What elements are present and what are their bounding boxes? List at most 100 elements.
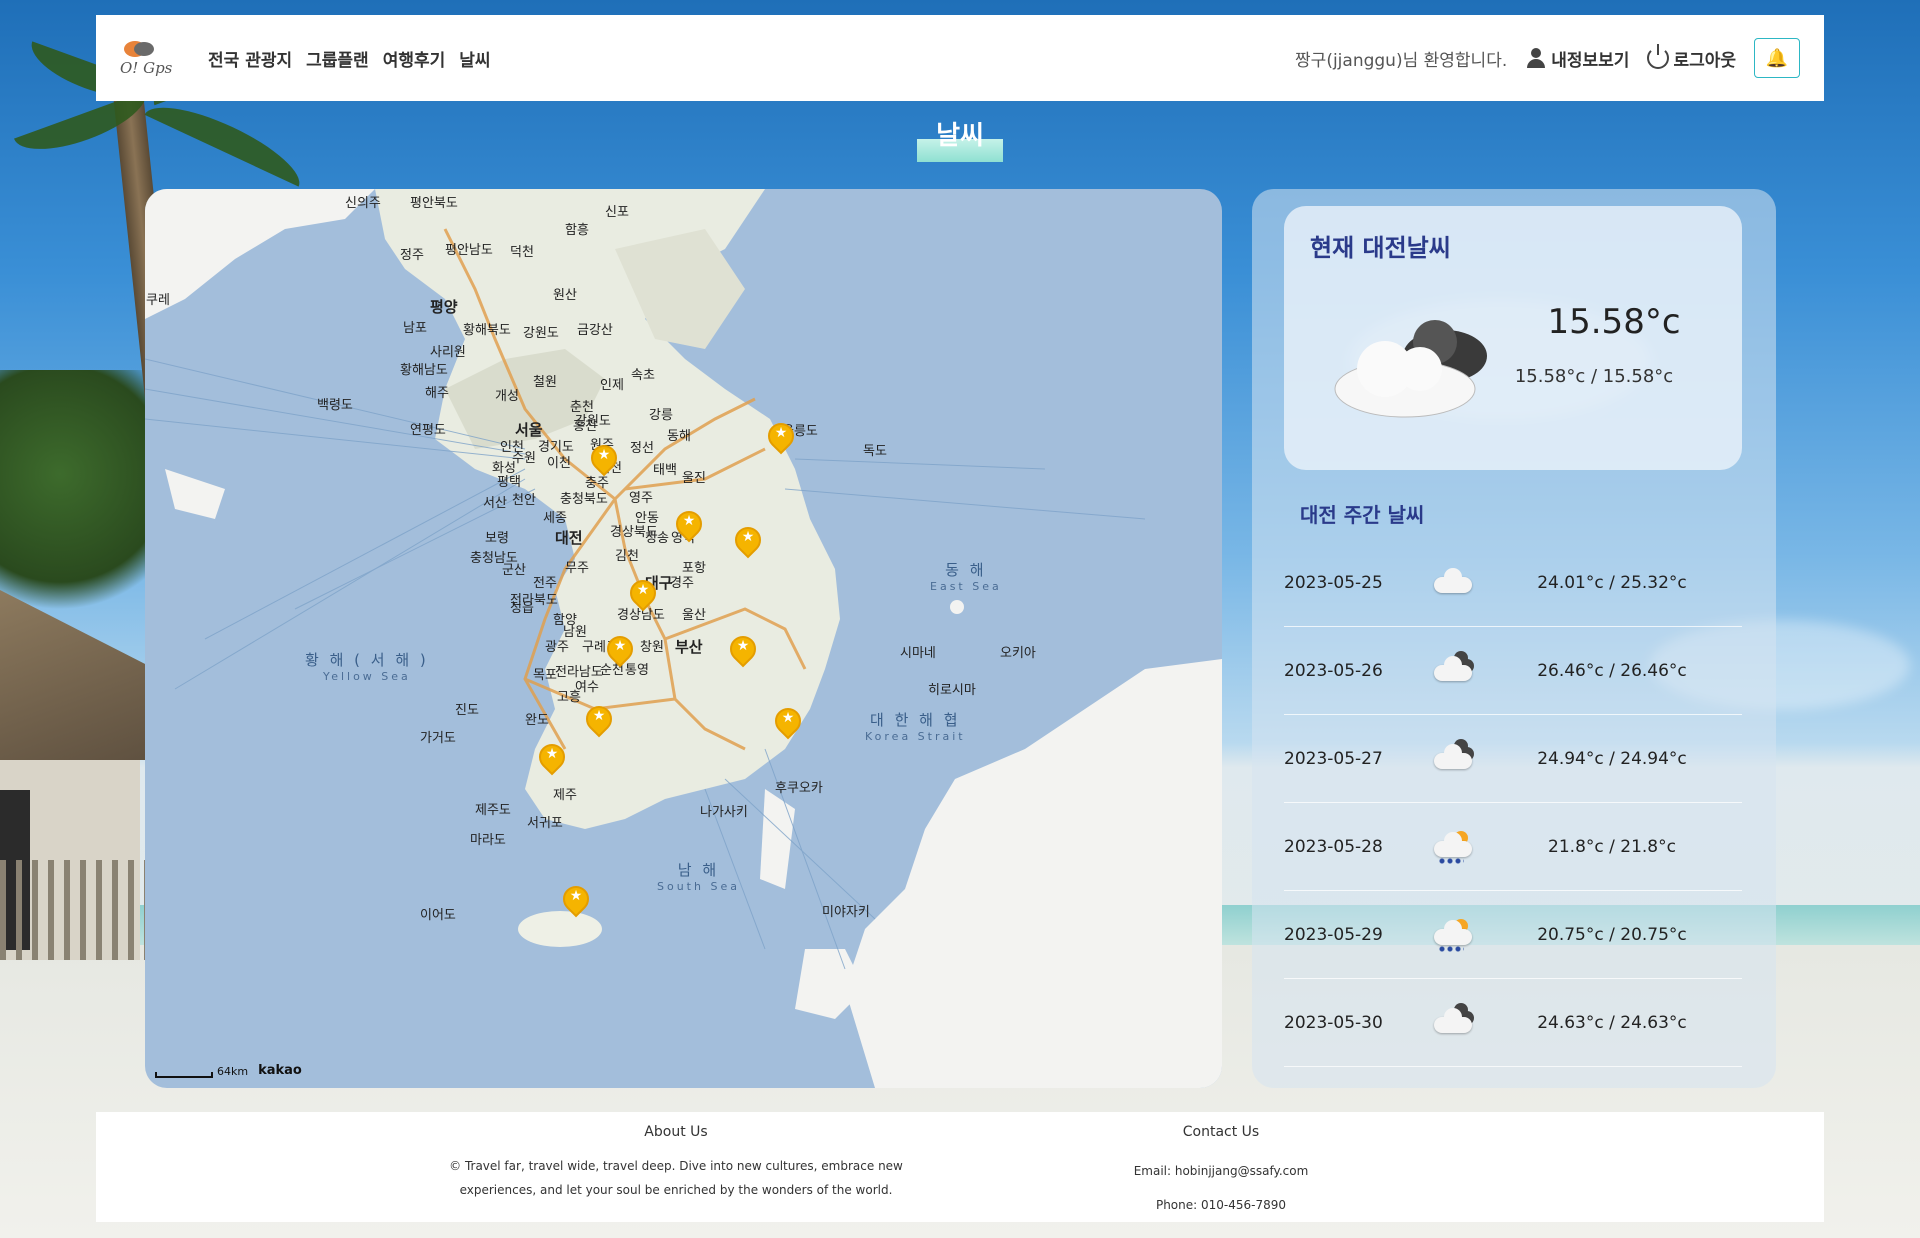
map-place-label: 개성: [495, 389, 519, 404]
logo-mark: [120, 39, 154, 57]
map-place-label: 동해: [667, 429, 691, 444]
map-place-label: 오키아: [1000, 646, 1036, 661]
forecast-row: 2023-05-28 21.8°c / 21.8°c: [1284, 803, 1742, 891]
weather-panel: 현재 대전날씨 15.58°c 15.58°c / 15.58°c 대전 주간 …: [1252, 189, 1776, 1088]
forecast-row: 2023-05-27 24.94°c / 24.94°c: [1284, 715, 1742, 803]
sea-label-yellow: 황 해 ( 서 해 ) Yellow Sea: [305, 651, 429, 683]
map-marker[interactable]: ★: [670, 505, 708, 543]
map-marker[interactable]: ★: [601, 630, 639, 668]
main-nav: 전국 관광지 그룹플랜 여행후기 날씨: [208, 46, 491, 71]
map-provider-logo[interactable]: kakao: [258, 1063, 302, 1078]
cloudy-icon: [1334, 320, 1487, 418]
map-place-label: 보령: [485, 531, 509, 546]
map-place-label: 완도: [525, 713, 549, 728]
logo-text: O! Gps: [120, 59, 173, 77]
map-place-label: 히로시마: [928, 683, 976, 698]
map-place-label: 덕천: [510, 245, 534, 260]
my-info-link[interactable]: 내정보보기: [1525, 46, 1629, 71]
scale-text: 64km: [217, 1065, 249, 1078]
map-place-label: 강원도: [523, 326, 559, 341]
map-place-label: 신포: [605, 205, 629, 220]
map-scale: 64km kakao: [155, 1063, 302, 1078]
map-place-label: 평택: [497, 475, 521, 490]
forecast-row: 2023-05-25 24.01°c / 25.32°c: [1284, 539, 1742, 627]
sea-label-east: 동 해 East Sea: [930, 561, 1002, 593]
map-place-label: 김천: [615, 549, 639, 564]
current-temp-range: 15.58°c / 15.58°c: [1514, 366, 1674, 387]
top-navbar: O! Gps 전국 관광지 그룹플랜 여행후기 날씨 짱구(jjanggu)님 …: [96, 15, 1824, 101]
contact-phone: Phone: 010-456-7890: [1155, 1198, 1287, 1212]
forecast-temps: 24.63°c / 24.63°c: [1537, 1012, 1687, 1033]
map-place-label: 백령도: [317, 398, 353, 413]
site-logo[interactable]: O! Gps: [120, 28, 194, 88]
map-place-label: 원산: [553, 288, 577, 303]
nav-weather[interactable]: 날씨: [459, 46, 490, 71]
rain-sun-icon: [1422, 827, 1482, 867]
header-actions: 짱구(jjanggu)님 환영합니다. 내정보보기 로그아웃 🔔: [1295, 38, 1800, 78]
map-place-label: 고흥: [557, 690, 581, 705]
map-place-label: 마라도: [470, 833, 506, 848]
weekly-forecast-list: 2023-05-25 24.01°c / 25.32°c 2023-05-26 …: [1284, 539, 1742, 1067]
map-place-label: 천안: [512, 493, 536, 508]
map-place-label: 황해남도: [400, 363, 448, 378]
forecast-row: 2023-05-30 24.63°c / 24.63°c: [1284, 979, 1742, 1067]
map-place-label: 평안북도: [410, 196, 458, 211]
map-place-label: 금강산: [577, 323, 613, 338]
map-place-label: 쿠레: [146, 293, 170, 308]
current-weather-title: 현재 대전날씨: [1310, 234, 1451, 262]
forecast-date: 2023-05-30: [1284, 1012, 1383, 1033]
power-icon: [1647, 44, 1670, 69]
map-place-label: 정읍: [510, 601, 534, 616]
nav-travel-reviews[interactable]: 여행후기: [383, 46, 446, 71]
bell-icon: 🔔: [1765, 47, 1789, 69]
map-place-label: 경주: [670, 576, 694, 591]
about-title: About Us: [644, 1124, 708, 1140]
weekly-weather-title: 대전 주간 날씨: [1300, 503, 1425, 527]
map-place-label: 평양: [430, 298, 458, 316]
forecast-date: 2023-05-27: [1284, 748, 1383, 769]
map-place-label: 연평도: [410, 423, 446, 438]
map-place-label: 구례: [582, 640, 606, 655]
map-place-label: 신의주: [345, 196, 381, 211]
map-marker[interactable]: ★: [729, 521, 767, 559]
map-marker[interactable]: ★: [585, 439, 623, 477]
map-place-label: 정주: [400, 248, 424, 263]
map-place-label: 수원: [512, 451, 536, 466]
map-place-label: 울진: [682, 471, 706, 486]
map-marker[interactable]: ★: [533, 738, 571, 776]
map-place-label: 독도: [863, 444, 887, 459]
scale-bar: [155, 1072, 213, 1078]
map-marker[interactable]: ★: [557, 880, 595, 918]
forecast-date: 2023-05-28: [1284, 836, 1383, 857]
map-marker[interactable]: ★: [762, 417, 800, 455]
map-place-label: 서귀포: [527, 816, 563, 831]
map-place-label: 영주: [629, 491, 653, 506]
map-place-label: 서산: [483, 496, 507, 511]
about-text: © Travel far, travel wide, travel deep. …: [449, 1159, 903, 1173]
cloudy-icon: [1422, 1002, 1482, 1043]
map-place-label: 군산: [502, 563, 526, 578]
map-place-label: 나가사키: [700, 805, 748, 820]
map-marker[interactable]: ★: [624, 574, 662, 612]
map-place-label: 인제: [600, 378, 624, 393]
forecast-date: 2023-05-25: [1284, 572, 1383, 593]
nav-group-plan[interactable]: 그룹플랜: [306, 46, 369, 71]
forecast-date: 2023-05-26: [1284, 660, 1383, 681]
about-section: About Us © Travel far, travel wide, trav…: [426, 1124, 926, 1202]
map-place-label: 울산: [682, 608, 706, 623]
current-temperature: 15.58°c: [1547, 302, 1681, 342]
contact-email[interactable]: Email: hobinjjang@ssafy.com: [1096, 1154, 1346, 1188]
map-marker[interactable]: ★: [724, 630, 762, 668]
korea-map[interactable]: 신의주 평안북도 신포 함흥 정주 평안남도 덕천 원산 평양 남포 황해북도 강원도 금강산 사리원 황해…: [145, 189, 1222, 1088]
forecast-date: 2023-05-29: [1284, 924, 1383, 945]
notification-button[interactable]: 🔔: [1754, 38, 1800, 78]
page-title: 날씨: [917, 116, 1003, 162]
map-place-label: 정선: [630, 441, 654, 456]
map-place-label: 사리원: [430, 345, 466, 360]
map-place-label: 시마네: [900, 646, 936, 661]
logout-link[interactable]: 로그아웃: [1647, 44, 1736, 71]
map-marker[interactable]: ★: [769, 702, 807, 740]
map-marker[interactable]: ★: [580, 700, 618, 738]
nav-attractions[interactable]: 전국 관광지: [208, 46, 292, 71]
forecast-temps: 24.94°c / 24.94°c: [1537, 748, 1687, 769]
